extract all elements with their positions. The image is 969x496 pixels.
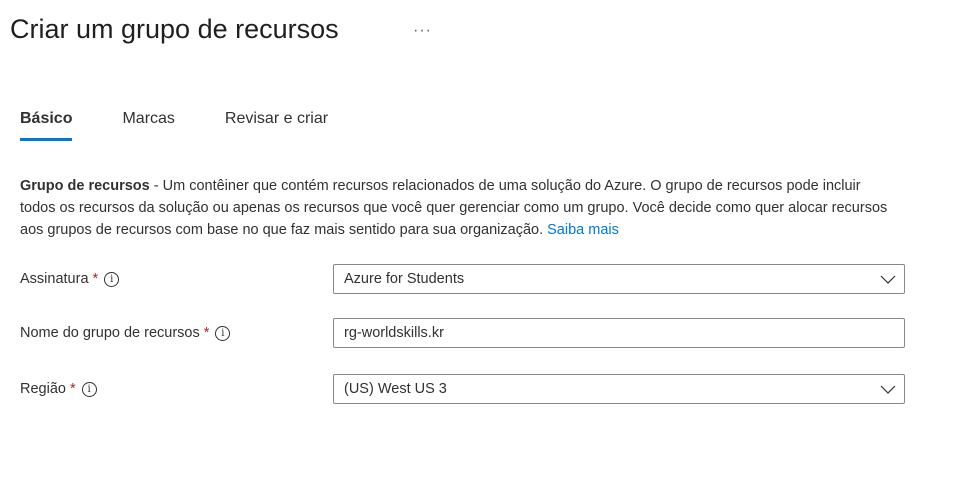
tab-revisar-e-criar[interactable]: Revisar e criar <box>225 110 328 141</box>
region-row: Região * i (US) West US 3 <box>20 374 905 404</box>
resource-group-name-label: Nome do grupo de recursos <box>20 325 200 341</box>
subscription-row: Assinatura * i Azure for Students <box>20 264 905 294</box>
more-options-button[interactable]: ··· <box>413 22 432 40</box>
required-marker: * <box>92 271 99 287</box>
info-icon[interactable]: i <box>104 271 120 287</box>
learn-more-link[interactable]: Saiba mais <box>547 222 619 238</box>
info-icon[interactable]: i <box>215 325 231 341</box>
description: Grupo de recursos - Um contêiner que con… <box>20 175 890 241</box>
resource-group-name-input[interactable]: rg-worldskills.kr <box>333 318 905 348</box>
chevron-down-icon <box>880 275 896 284</box>
required-marker: * <box>203 325 210 341</box>
page-title: Criar um grupo de recursos <box>10 14 339 44</box>
subscription-value: Azure for Students <box>344 271 465 287</box>
region-value: (US) West US 3 <box>344 381 447 397</box>
subscription-dropdown[interactable]: Azure for Students <box>333 264 905 294</box>
chevron-down-icon <box>880 385 896 394</box>
region-label: Região <box>20 381 66 397</box>
region-dropdown[interactable]: (US) West US 3 <box>333 374 905 404</box>
description-text: - Um contêiner que contém recursos relac… <box>20 178 888 238</box>
required-marker: * <box>69 381 76 397</box>
resource-group-name-row: Nome do grupo de recursos * i rg-worldskil… <box>20 318 905 348</box>
description-heading: Grupo de recursos <box>20 178 150 194</box>
info-icon[interactable]: i <box>81 381 97 397</box>
subscription-label: Assinatura <box>20 271 89 287</box>
tab-basico[interactable]: Básico <box>20 110 73 141</box>
tab-marcas[interactable]: Marcas <box>122 110 174 141</box>
tab-bar: Básico Marcas Revisar e criar <box>20 110 378 141</box>
